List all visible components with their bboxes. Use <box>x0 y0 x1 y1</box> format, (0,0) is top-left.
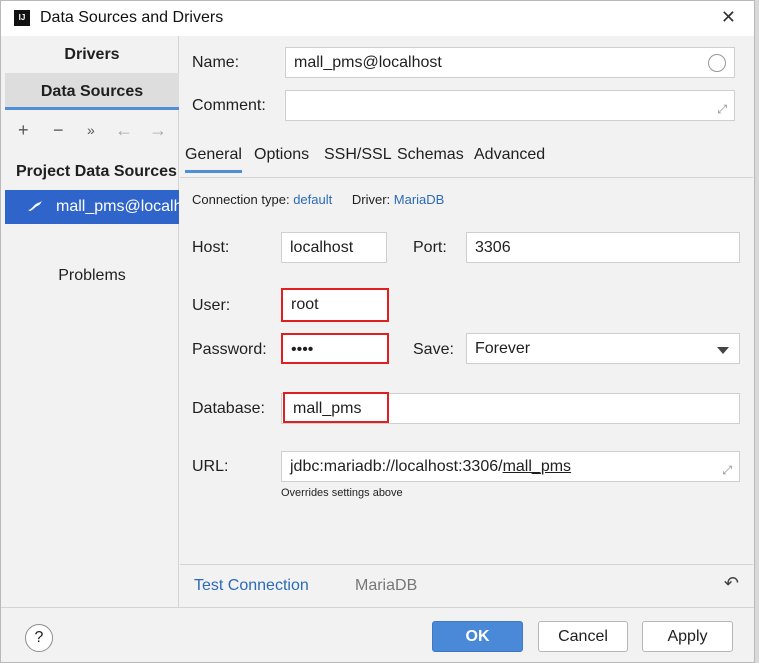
project-data-sources-heading: Project Data Sources <box>16 163 177 180</box>
url-input[interactable]: jdbc:mariadb://localhost:3306/mall_pms ⤢ <box>281 451 740 482</box>
problems-item[interactable]: Problems <box>5 267 179 285</box>
user-input[interactable]: root <box>281 288 389 322</box>
save-select[interactable]: Forever <box>466 333 740 364</box>
tab-schemas[interactable]: Schemas <box>397 146 464 164</box>
tab-general[interactable]: General <box>185 146 242 173</box>
dialog-footer: ? OK Cancel Apply <box>1 607 754 662</box>
connection-type-label: Connection type: <box>192 192 290 207</box>
connection-info: Connection type: default Driver: MariaDB <box>192 192 444 207</box>
url-database: mall_pms <box>502 458 572 475</box>
help-icon[interactable]: ? <box>25 624 53 652</box>
database-value: mall_pms <box>283 392 389 423</box>
save-label: Save: <box>413 341 454 358</box>
back-arrow-icon[interactable]: ← <box>115 120 133 141</box>
password-label: Password: <box>192 341 267 358</box>
port-label: Port: <box>413 239 447 256</box>
url-hint: Overrides settings above <box>281 487 403 499</box>
apply-button[interactable]: Apply <box>642 621 733 652</box>
comment-label: Comment: <box>192 97 266 114</box>
more-icon[interactable]: » <box>87 122 95 138</box>
user-label: User: <box>192 297 231 314</box>
forward-arrow-icon[interactable]: → <box>149 120 167 141</box>
remove-icon[interactable]: − <box>53 120 64 141</box>
database-label: Database: <box>192 400 265 417</box>
url-label: URL: <box>192 458 229 475</box>
connection-bar: Test Connection MariaDB ↶ <box>180 564 753 607</box>
connection-type-link[interactable]: default <box>293 192 332 207</box>
cancel-button[interactable]: Cancel <box>538 621 628 652</box>
window-title: Data Sources and Drivers <box>40 9 224 26</box>
expand-icon[interactable]: ⤢ <box>717 95 727 120</box>
background-edge <box>755 0 759 663</box>
name-input[interactable]: mall_pms@localhost <box>285 47 735 78</box>
driver-label: Driver: <box>351 192 391 207</box>
url-prefix: jdbc:mariadb://localhost:3306/ <box>290 458 503 475</box>
settings-tabs: General Options SSH/SSL Schemas Advanced <box>180 136 753 178</box>
sidebar-toolbar: + − » ← → <box>5 118 179 146</box>
expand-icon[interactable]: ⤢ <box>722 456 732 481</box>
save-value: Forever <box>475 340 531 357</box>
color-circle-icon[interactable] <box>708 54 726 72</box>
chevron-down-icon <box>717 347 729 354</box>
title-bar: IJ Data Sources and Drivers ✕ <box>1 1 754 36</box>
tab-data-sources[interactable]: Data Sources <box>5 73 179 110</box>
close-icon[interactable]: ✕ <box>721 7 736 28</box>
comment-input[interactable]: ⤢ <box>285 90 735 121</box>
driver-name: MariaDB <box>355 577 418 594</box>
ok-button[interactable]: OK <box>432 621 523 652</box>
password-input[interactable]: •••• <box>281 333 389 364</box>
main-panel: Name: mall_pms@localhost Comment: ⤢ Gene… <box>180 36 753 607</box>
port-input[interactable]: 3306 <box>466 232 740 263</box>
driver-link[interactable]: MariaDB <box>394 192 445 207</box>
sidebar: Drivers Data Sources + − » ← → Project D… <box>5 36 204 607</box>
tab-options[interactable]: Options <box>254 146 309 164</box>
tab-ssh-ssl[interactable]: SSH/SSL <box>324 146 392 164</box>
host-label: Host: <box>192 239 230 256</box>
test-connection-link[interactable]: Test Connection <box>194 577 309 595</box>
name-value: mall_pms@localhost <box>294 54 442 71</box>
mariadb-seal-icon <box>28 200 42 211</box>
data-source-item[interactable]: mall_pms@localhost <box>5 190 204 224</box>
tab-drivers[interactable]: Drivers <box>5 36 179 73</box>
data-sources-dialog: IJ Data Sources and Drivers ✕ Drivers Da… <box>0 0 755 663</box>
add-icon[interactable]: + <box>18 120 29 141</box>
host-input[interactable]: localhost <box>281 232 387 263</box>
intellij-app-icon: IJ <box>14 10 30 26</box>
undo-icon[interactable]: ↶ <box>724 573 739 594</box>
tab-advanced[interactable]: Advanced <box>474 146 545 164</box>
name-label: Name: <box>192 54 240 71</box>
